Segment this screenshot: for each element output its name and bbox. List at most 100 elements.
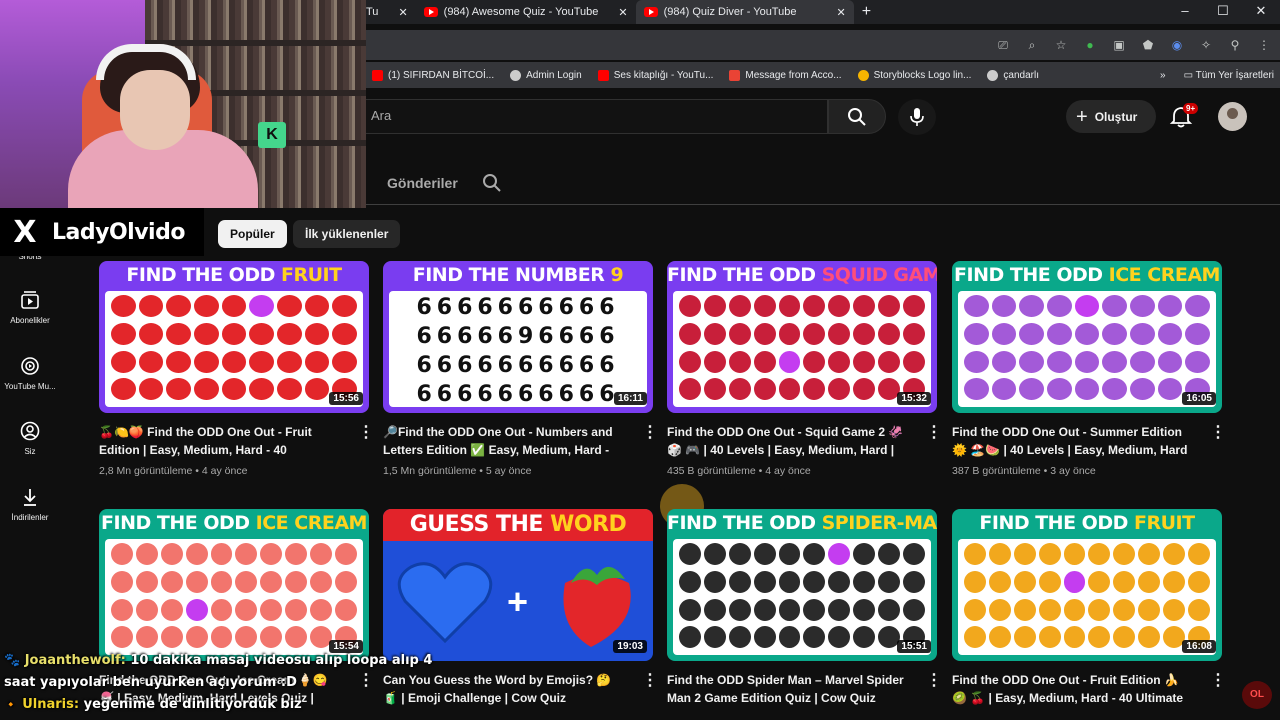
chat-message: 🐾 Joaanthewolf: 10 dakika masaj videosu … bbox=[4, 653, 432, 668]
squid-guard-icon bbox=[828, 378, 851, 401]
popsicle-icon bbox=[111, 543, 133, 565]
popsicle-icon bbox=[310, 570, 333, 593]
ice-cream-icon bbox=[1019, 378, 1044, 401]
browser-tab-active[interactable]: (984) Quiz Diver - YouTube ✕ bbox=[635, 0, 854, 24]
video-thumbnail[interactable]: FIND THE ODD FRUIT 16:08 bbox=[952, 509, 1222, 661]
strawberry-icon bbox=[193, 295, 219, 317]
strawberry-icon bbox=[276, 295, 302, 317]
rail-label: Abonelikler bbox=[10, 316, 50, 325]
star-icon[interactable]: ☆ bbox=[1053, 37, 1069, 53]
browser-tab[interactable]: (984) Awesome Quiz - YouTube ✕ bbox=[416, 0, 636, 24]
duration-badge: 15:51 bbox=[897, 640, 931, 653]
pineapple-icon bbox=[1138, 626, 1161, 649]
more-options-icon[interactable]: ⋮ bbox=[926, 673, 942, 689]
popsicle-icon bbox=[335, 598, 357, 621]
rail-item-subscriptions[interactable]: Abonelikler bbox=[0, 290, 60, 325]
video-title[interactable]: 🔎Find the ODD One Out - Numbers and Lett… bbox=[383, 423, 623, 459]
spiderman-mask-icon bbox=[828, 598, 851, 621]
strawberry-icon bbox=[304, 378, 330, 401]
squid-guard-icon bbox=[803, 350, 826, 373]
more-options-icon[interactable]: ⋮ bbox=[1210, 673, 1226, 689]
all-bookmarks[interactable]: ▭ Tüm Yer İşaretleri bbox=[1184, 70, 1274, 81]
close-icon[interactable]: ✕ bbox=[836, 6, 845, 19]
bookmark-item[interactable]: Storyblocks Logo lin... bbox=[857, 69, 971, 81]
pineapple-icon bbox=[964, 598, 986, 621]
zoom-icon[interactable]: ⌕ bbox=[1024, 37, 1040, 53]
search-input[interactable]: Ara bbox=[356, 99, 828, 134]
chip-recent[interactable]: İlk yüklenenler bbox=[293, 220, 401, 248]
rail-item-youtube-music[interactable]: YouTube Mu... bbox=[0, 356, 60, 391]
popsicle-icon bbox=[160, 598, 183, 621]
spiderman-mask-icon bbox=[853, 598, 876, 621]
rail-item-downloads[interactable]: İndirilenler bbox=[0, 487, 60, 522]
video-title[interactable]: Find the ODD One Out - Squid Game 2 🦑🎲 🎮… bbox=[667, 423, 907, 459]
more-options-icon[interactable]: ⋮ bbox=[926, 425, 942, 441]
video-title[interactable]: Can You Guess the Word by Emojis? 🤔🧃 | E… bbox=[383, 671, 623, 707]
chip-popular[interactable]: Popüler bbox=[218, 220, 287, 248]
bookmark-item[interactable]: Ses kitaplığı - YouTu... bbox=[597, 69, 713, 81]
screen: Tu ✕ (984) Awesome Quiz - YouTube ✕ (984… bbox=[0, 0, 1280, 720]
video-thumbnail[interactable]: FIND THE NUMBER 9 6666666666 6666696666 66… bbox=[383, 261, 653, 413]
strawberry-icon bbox=[332, 350, 357, 373]
bookmark-item[interactable]: Message from Acco... bbox=[729, 69, 842, 81]
video-title[interactable]: Find the ODD One Out - Summer Edition 🌞 … bbox=[952, 423, 1192, 459]
new-tab-button[interactable]: + bbox=[854, 0, 879, 24]
video-thumbnail[interactable]: FIND THE ODD SPIDER-MAN 15:51 bbox=[667, 509, 937, 661]
voice-search-button[interactable] bbox=[898, 99, 936, 135]
plus-icon: + bbox=[861, 3, 872, 20]
bookmark-label: Admin Login bbox=[526, 69, 582, 81]
more-bookmarks-icon[interactable]: » bbox=[1160, 70, 1166, 81]
profile-icon[interactable]: ⚲ bbox=[1227, 37, 1243, 53]
close-icon[interactable]: ✕ bbox=[398, 6, 407, 19]
more-options-icon[interactable]: ⋮ bbox=[642, 425, 658, 441]
squid-guard-icon bbox=[679, 378, 701, 401]
popsicle-icon bbox=[135, 543, 158, 565]
bookmark-item[interactable]: Admin Login bbox=[510, 69, 582, 81]
pineapple-icon bbox=[1163, 598, 1186, 621]
strawberry-icon bbox=[304, 350, 330, 373]
bookmark-item[interactable]: (1) SIFIRDAN BİTCOİ... bbox=[372, 69, 494, 81]
squid-guard-icon bbox=[679, 322, 701, 345]
strawberry-grid bbox=[105, 291, 363, 407]
close-icon[interactable]: ✕ bbox=[618, 6, 627, 19]
avatar[interactable] bbox=[1218, 102, 1247, 131]
menu-icon[interactable]: ⋮ bbox=[1256, 37, 1272, 53]
video-thumbnail[interactable]: FIND THE ODD ICE CREAM 15:54 bbox=[99, 509, 369, 661]
pineapple-icon bbox=[1063, 543, 1086, 565]
search-button[interactable] bbox=[828, 99, 886, 134]
more-options-icon[interactable]: ⋮ bbox=[642, 673, 658, 689]
extension-icon[interactable]: ● bbox=[1082, 37, 1098, 53]
popsicle-icon bbox=[210, 570, 233, 593]
ice-cream-icon bbox=[991, 322, 1017, 345]
extension-icon[interactable]: ◉ bbox=[1169, 37, 1185, 53]
more-options-icon[interactable]: ⋮ bbox=[1210, 425, 1226, 441]
squid-guard-icon bbox=[778, 350, 801, 373]
spiderman-mask-icon bbox=[728, 543, 751, 565]
strawberry-icon bbox=[332, 322, 357, 345]
close-window-icon[interactable]: ✕ bbox=[1242, 0, 1280, 24]
video-title[interactable]: Find the ODD Spider Man – Marvel Spider … bbox=[667, 671, 907, 707]
video-thumbnail[interactable]: FIND THE ODD ICE CREAM 16:05 bbox=[952, 261, 1222, 413]
video-thumbnail[interactable]: FIND THE ODD SQUID GAME2 15:32 bbox=[667, 261, 937, 413]
more-options-icon[interactable]: ⋮ bbox=[358, 673, 374, 689]
minimize-icon[interactable]: – bbox=[1166, 0, 1204, 24]
create-button[interactable]: + Oluştur bbox=[1066, 100, 1156, 133]
video-thumbnail[interactable]: FIND THE ODD FRUIT 15:56 bbox=[99, 261, 369, 413]
more-options-icon[interactable]: ⋮ bbox=[358, 425, 374, 441]
thumbnail-title: FIND THE ODD SPIDER-MAN bbox=[667, 509, 937, 537]
video-title[interactable]: 🍒🍋🍑 Find the ODD One Out - Fruit Edition… bbox=[99, 423, 339, 459]
spiderman-mask-icon bbox=[778, 598, 801, 621]
video-thumbnail[interactable]: GUESS THE WORD + 19:03 bbox=[383, 509, 653, 661]
cast-icon[interactable]: ⎚ bbox=[995, 37, 1011, 53]
channel-search-icon[interactable] bbox=[482, 173, 502, 193]
rail-item-you[interactable]: Siz bbox=[0, 421, 60, 456]
puzzle-icon[interactable]: ✧ bbox=[1198, 37, 1214, 53]
maximize-icon[interactable]: ☐ bbox=[1204, 0, 1242, 24]
pineapple-icon bbox=[988, 598, 1011, 621]
tab-posts[interactable]: Gönderiler bbox=[387, 175, 458, 191]
bookmark-item[interactable]: çandarlı bbox=[987, 69, 1039, 81]
extension-icon[interactable]: ▣ bbox=[1111, 37, 1127, 53]
video-title[interactable]: Find the ODD One Out - Fruit Edition 🍌🥝 … bbox=[952, 671, 1192, 707]
ice-cream-grid bbox=[958, 291, 1216, 407]
shield-icon[interactable]: ⬟ bbox=[1140, 37, 1156, 53]
